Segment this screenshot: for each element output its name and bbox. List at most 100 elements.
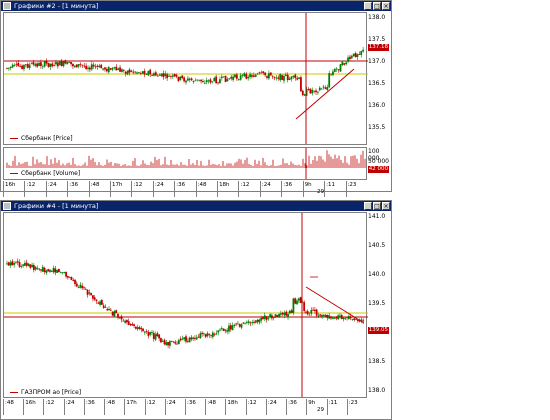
maximize-icon[interactable]: □ (373, 2, 381, 10)
candle-body (262, 71, 265, 74)
candle-body (347, 315, 350, 319)
volume-pane[interactable]: Сбербанк [Volume] (3, 147, 367, 180)
candle-body (102, 305, 105, 308)
price-pane[interactable]: Сбербанк [Price] (3, 12, 368, 145)
candle-body (158, 334, 161, 339)
time-axis: 16h:12:24:36:48 17h:12:24:36:48 18h:12:24:… (3, 181, 367, 197)
candle-body (343, 63, 346, 65)
candle-body (136, 327, 139, 330)
time-axis-label: :36 (83, 399, 104, 415)
volume-axis-label: 50 000 (368, 158, 389, 165)
chart-window-bottom[interactable]: Графики #4 - [1 минута] _ □ × ГАЗПРОМ ао… (0, 200, 392, 420)
candle-body (47, 269, 50, 272)
candle-body (115, 66, 118, 71)
candle-body (90, 292, 93, 296)
candle-body (183, 77, 186, 82)
chart-window-top[interactable]: Графики #2 - [1 минута] _ □ × Сбербанк [… (0, 0, 392, 197)
candle-body (298, 77, 300, 79)
candle-body (211, 332, 214, 337)
close-icon[interactable]: × (382, 202, 390, 210)
candle-body (122, 320, 125, 322)
candle-body (61, 272, 64, 274)
candle-body (277, 77, 280, 79)
candle-body (238, 324, 241, 327)
candle-body (149, 332, 152, 335)
candle-body (111, 68, 114, 70)
candle-body (296, 300, 298, 305)
candle-body (45, 60, 48, 64)
candle-body (217, 82, 219, 84)
candle-body (143, 70, 146, 75)
minimize-icon[interactable]: _ (364, 202, 372, 210)
candle-body (284, 74, 287, 76)
candle-body (81, 64, 84, 66)
candle-body (183, 337, 186, 340)
price-axis-label: 136.5 (368, 80, 386, 87)
candle-body (313, 90, 316, 92)
candle-body (53, 65, 56, 66)
candle-body (301, 90, 304, 96)
time-axis-label: :24 (164, 399, 185, 415)
window-titlebar[interactable]: Графики #4 - [1 минута] _ □ × (1, 201, 391, 211)
minimize-icon[interactable]: _ (364, 2, 372, 10)
time-axis-label: :24 (259, 181, 281, 197)
candle-body (20, 266, 23, 267)
price-pane[interactable]: ГАЗПРОМ ао [Price] (3, 212, 368, 398)
candle-body (111, 311, 114, 316)
price-axis-label: 140.5 (368, 242, 386, 249)
candle-body (52, 267, 55, 273)
time-axis-label: :36 (67, 181, 88, 197)
maximize-icon[interactable]: □ (373, 202, 381, 210)
price-chart[interactable] (4, 213, 368, 397)
candle-body (190, 337, 193, 340)
time-axis-label: :24 (63, 399, 84, 415)
candle-body (208, 334, 211, 336)
candle-body (34, 266, 37, 270)
candle-body (104, 67, 106, 70)
candle-body (17, 62, 20, 67)
candle-body (90, 64, 93, 70)
candle-body (24, 263, 26, 266)
time-axis-label: :48 (195, 181, 217, 197)
time-axis-label: 18h (225, 399, 245, 415)
candle-body (54, 268, 57, 273)
candle-body (263, 315, 266, 319)
candle-body (95, 299, 98, 302)
candle-body (152, 332, 155, 339)
candle-body (74, 279, 76, 285)
window-title: Графики #4 - [1 минута] (14, 202, 99, 210)
candle-body (220, 328, 223, 330)
candle-body (297, 298, 300, 301)
candle-body (305, 311, 307, 313)
candle-body (177, 76, 180, 82)
candle-body (172, 341, 175, 343)
candle-body (262, 316, 264, 320)
candle-body (215, 76, 218, 84)
candle-body (38, 268, 41, 270)
candle-body (205, 80, 208, 83)
price-chart[interactable] (4, 13, 368, 144)
candle-body (77, 287, 80, 288)
candle-body (249, 74, 251, 78)
candle-body (349, 316, 352, 319)
candle-body (102, 68, 104, 70)
candle-body (163, 339, 166, 345)
candle-body (330, 73, 332, 75)
candle-body (66, 275, 69, 278)
candle-body (276, 315, 279, 318)
candle-body (136, 72, 138, 74)
candle-body (204, 334, 207, 337)
close-icon[interactable]: × (382, 2, 390, 10)
time-axis-label: 18h (217, 181, 238, 197)
candle-body (107, 67, 110, 73)
candle-body (303, 94, 306, 96)
candle-body (164, 73, 167, 77)
candle-body (251, 75, 253, 77)
window-titlebar[interactable]: Графики #2 - [1 минута] _ □ × (1, 1, 391, 11)
candle-body (268, 73, 270, 79)
candle-body (316, 91, 319, 93)
candle-body (85, 65, 88, 69)
candle-body (140, 328, 143, 330)
candle-body (240, 324, 243, 328)
candle-body (6, 67, 8, 69)
